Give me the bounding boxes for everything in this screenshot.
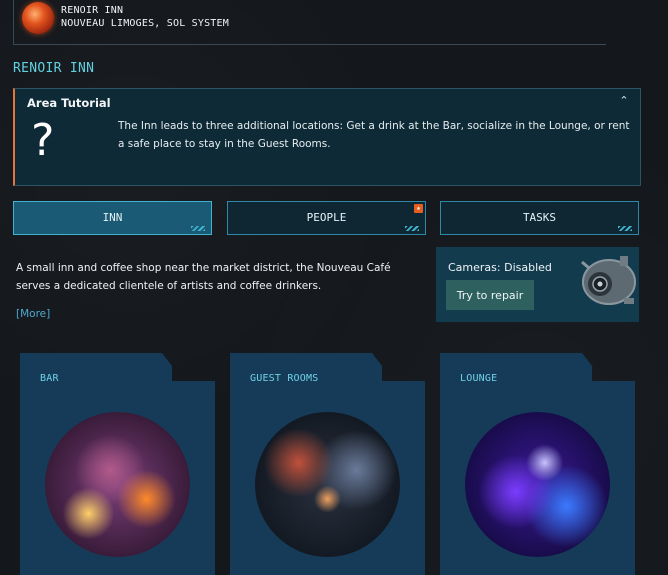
- tab-label: TASKS: [522, 211, 557, 224]
- lounge-image: [465, 412, 610, 557]
- tab-hatch-decoration: [618, 226, 632, 231]
- location-header: RENOIR INN NOUVEAU LIMOGES, SOL SYSTEM: [13, 0, 606, 45]
- repair-button[interactable]: Try to repair: [446, 280, 534, 310]
- collapse-chevron-icon[interactable]: ⌃: [616, 93, 632, 109]
- security-camera-icon: [581, 256, 636, 305]
- planet-icon: [22, 2, 54, 34]
- guest-rooms-image: [255, 412, 400, 557]
- tab-inn[interactable]: INN: [13, 201, 212, 235]
- location-card-lounge[interactable]: LOUNGE: [440, 353, 635, 575]
- bar-image: [45, 412, 190, 557]
- tutorial-title: Area Tutorial: [27, 96, 111, 110]
- card-label: LOUNGE: [460, 373, 498, 384]
- tab-hatch-decoration: [191, 226, 205, 231]
- location-description: A small inn and coffee shop near the mar…: [16, 262, 391, 292]
- page-title: RENOIR INN: [13, 61, 95, 76]
- card-label: BAR: [40, 373, 59, 384]
- camera-status: Cameras: Disabled: [448, 261, 552, 274]
- tab-label: PEOPLE: [306, 211, 347, 224]
- tab-label: INN: [102, 211, 123, 224]
- location-card-guest-rooms[interactable]: GUEST ROOMS: [230, 353, 425, 575]
- card-label: GUEST ROOMS: [250, 373, 319, 384]
- more-link[interactable]: [More]: [16, 308, 50, 320]
- location-name: RENOIR INN: [61, 5, 124, 16]
- area-tutorial-panel: Area Tutorial ⌃ ? The Inn leads to three…: [13, 88, 641, 186]
- location-system: NOUVEAU LIMOGES, SOL SYSTEM: [61, 18, 229, 29]
- tutorial-text: The Inn leads to three additional locati…: [118, 120, 630, 150]
- tab-tasks[interactable]: TASKS: [440, 201, 639, 235]
- question-mark-icon: ?: [29, 115, 56, 166]
- notification-icon: ★: [414, 204, 423, 213]
- tab-hatch-decoration: [405, 226, 419, 231]
- location-card-bar[interactable]: BAR: [20, 353, 215, 575]
- tab-people[interactable]: PEOPLE ★: [227, 201, 426, 235]
